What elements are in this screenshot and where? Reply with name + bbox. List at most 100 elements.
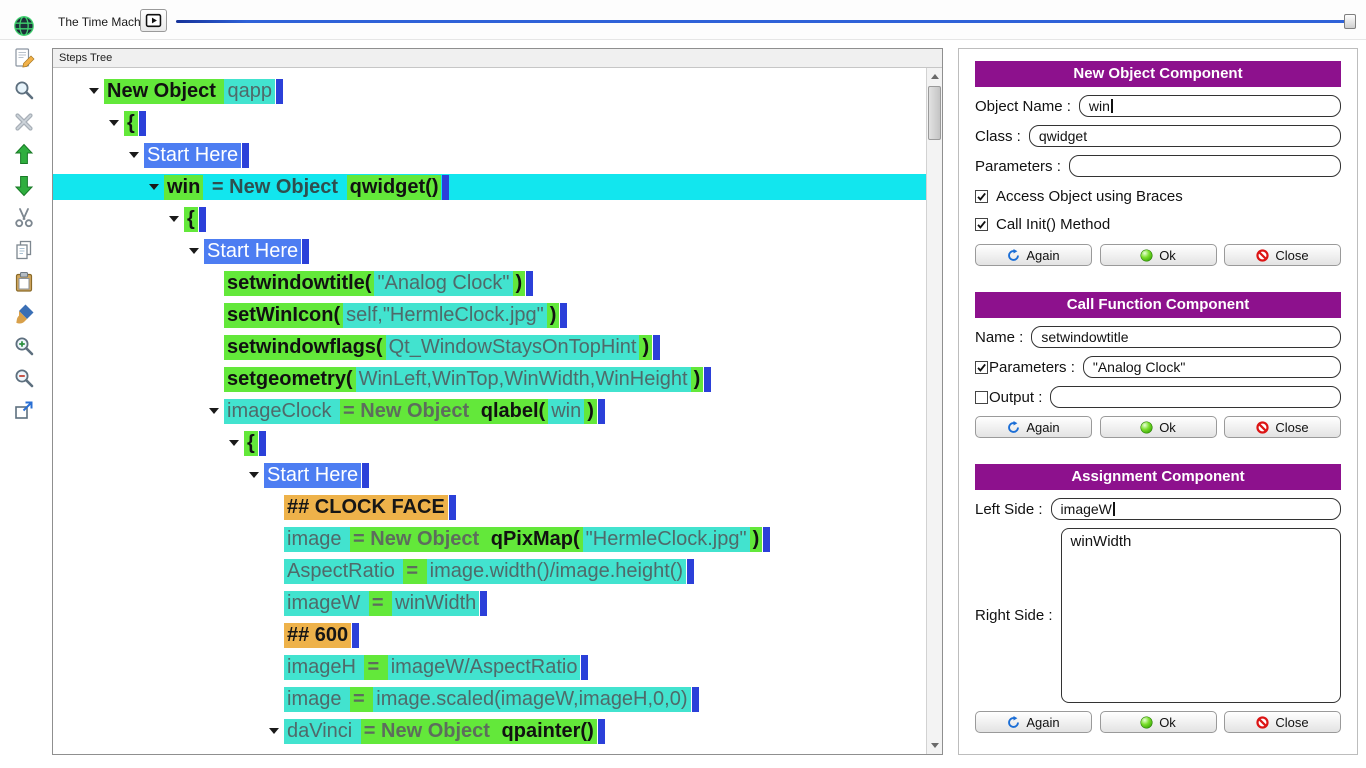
ok-button[interactable]: Ok	[1100, 416, 1217, 438]
tree-row[interactable]: New Object qapp	[53, 75, 926, 107]
tree-row[interactable]: win = New Object qwidget()	[53, 171, 926, 203]
right-side-input[interactable]: winWidth	[1061, 528, 1341, 703]
code-segment: New Object	[104, 79, 224, 104]
tree-row[interactable]: imageW = winWidth	[53, 587, 926, 619]
tree-row[interactable]: ## 600	[53, 619, 926, 651]
line-end-marker	[598, 399, 605, 424]
scroll-up-icon[interactable]	[927, 69, 942, 84]
button-row: Again Ok Close	[975, 244, 1341, 266]
field-row: Name :setwindowtitle	[975, 326, 1341, 348]
parameters-input[interactable]	[1069, 155, 1341, 177]
field-label: Right Side :	[975, 607, 1053, 624]
expand-arrow-icon[interactable]	[87, 88, 104, 94]
scroll-down-icon[interactable]	[927, 738, 942, 753]
expand-arrow-icon[interactable]	[247, 472, 264, 478]
field-row: Right Side : winWidth	[975, 528, 1341, 703]
object-name-input[interactable]: win	[1079, 95, 1341, 117]
call-init-checkbox[interactable]	[975, 218, 988, 231]
tree-row[interactable]: setgeometry(WinLeft,WinTop,WinWidth,WinH…	[53, 363, 926, 395]
slider-handle[interactable]	[1344, 14, 1356, 29]
expand-arrow-icon[interactable]	[107, 120, 124, 126]
close-button[interactable]: Close	[1224, 711, 1341, 733]
expand-arrow-icon[interactable]	[127, 152, 144, 158]
detach-window-icon[interactable]	[13, 399, 36, 421]
delete-step-icon[interactable]	[13, 111, 36, 133]
tree-row[interactable]: imageClock = New Object qlabel(win)	[53, 395, 926, 427]
class-input[interactable]: qwidget	[1029, 125, 1341, 147]
ok-button[interactable]: Ok	[1100, 711, 1217, 733]
code-segment: qwidget()	[347, 175, 442, 200]
function-output-input-checkbox[interactable]	[975, 391, 988, 404]
close-button[interactable]: Close	[1224, 244, 1341, 266]
field-row: Parameters :	[975, 155, 1341, 177]
expand-arrow-icon[interactable]	[167, 216, 184, 222]
line-end-marker	[653, 335, 660, 360]
expand-arrow-icon[interactable]	[147, 184, 164, 190]
tree-row[interactable]: {	[53, 107, 926, 139]
function-name-input[interactable]: setwindowtitle	[1031, 326, 1341, 348]
code-segment: )	[639, 335, 652, 360]
line-end-marker	[480, 591, 487, 616]
close-icon	[1256, 716, 1269, 729]
run-button[interactable]	[140, 9, 167, 32]
expand-arrow-icon[interactable]	[227, 440, 244, 446]
checkbox-label: Call Init() Method	[996, 216, 1110, 233]
button-label: Again	[1026, 715, 1059, 730]
cut-icon[interactable]	[13, 207, 36, 229]
tree-scrollbar[interactable]	[926, 68, 942, 754]
tree-row[interactable]: daVinci = New Object qpainter()	[53, 715, 926, 747]
code-segment: ## 600	[284, 623, 351, 648]
function-parameters-input-checkbox[interactable]	[975, 361, 988, 374]
move-up-icon[interactable]	[13, 143, 36, 165]
tree-row[interactable]: Start Here	[53, 139, 926, 171]
code-segment: )	[513, 271, 526, 296]
line-end-marker	[276, 79, 283, 104]
close-button[interactable]: Close	[1224, 416, 1341, 438]
expand-arrow-icon[interactable]	[267, 728, 284, 734]
edit-steps-icon[interactable]	[13, 47, 36, 69]
tree-row[interactable]: setWinIcon(self,"HermleClock.jpg")	[53, 299, 926, 331]
expand-arrow-icon[interactable]	[187, 248, 204, 254]
tree-row[interactable]: imageH = imageW/AspectRatio	[53, 651, 926, 683]
copy-icon[interactable]	[13, 239, 36, 261]
move-down-icon[interactable]	[13, 175, 36, 197]
globe-icon[interactable]	[13, 15, 36, 37]
checkbox-row: Access Object using Braces	[975, 188, 1341, 205]
topbar: The Time Machine	[0, 0, 1366, 40]
input-value: qwidget	[1039, 128, 1087, 144]
tree-row[interactable]: ## CLOCK FACE	[53, 491, 926, 523]
tree-row[interactable]: {	[53, 427, 926, 459]
tree-row[interactable]: setwindowtitle("Analog Clock")	[53, 267, 926, 299]
tree-row[interactable]: image = image.scaled(imageW,imageH,0,0)	[53, 683, 926, 715]
tree-row[interactable]: {	[53, 203, 926, 235]
left-side-input[interactable]: imageW	[1051, 498, 1341, 520]
field-label: Parameters :	[989, 359, 1075, 376]
access-braces-checkbox[interactable]	[975, 190, 988, 203]
search-icon[interactable]	[13, 79, 36, 101]
timeline-slider[interactable]	[176, 12, 1356, 30]
tree-row[interactable]: Start Here	[53, 235, 926, 267]
tree-row[interactable]: Start Here	[53, 459, 926, 491]
function-parameters-input[interactable]: "Analog Clock"	[1083, 356, 1341, 378]
scrollbar-thumb[interactable]	[928, 86, 941, 140]
again-button[interactable]: Again	[975, 416, 1092, 438]
again-button[interactable]: Again	[975, 244, 1092, 266]
expand-arrow-icon[interactable]	[207, 408, 224, 414]
code-segment: qlabel(	[478, 399, 548, 424]
zoom-out-icon[interactable]	[13, 367, 36, 389]
paste-icon[interactable]	[13, 271, 36, 293]
zoom-in-icon[interactable]	[13, 335, 36, 357]
tree-row[interactable]: image = New Object qPixMap("HermleClock.…	[53, 523, 926, 555]
button-label: Close	[1275, 248, 1308, 263]
line-end-marker	[302, 239, 309, 264]
ok-icon	[1140, 716, 1153, 729]
code-segment: Start Here	[204, 239, 301, 264]
tree-row[interactable]: setwindowflags(Qt_WindowStaysOnTopHint)	[53, 331, 926, 363]
function-output-input[interactable]	[1050, 386, 1341, 408]
panel-title: Assignment Component	[975, 464, 1341, 490]
tree-row[interactable]: AspectRatio = image.width()/image.height…	[53, 555, 926, 587]
clean-icon[interactable]	[13, 303, 36, 325]
call-function-component: Call Function ComponentName :setwindowti…	[975, 292, 1341, 438]
ok-button[interactable]: Ok	[1100, 244, 1217, 266]
again-button[interactable]: Again	[975, 711, 1092, 733]
